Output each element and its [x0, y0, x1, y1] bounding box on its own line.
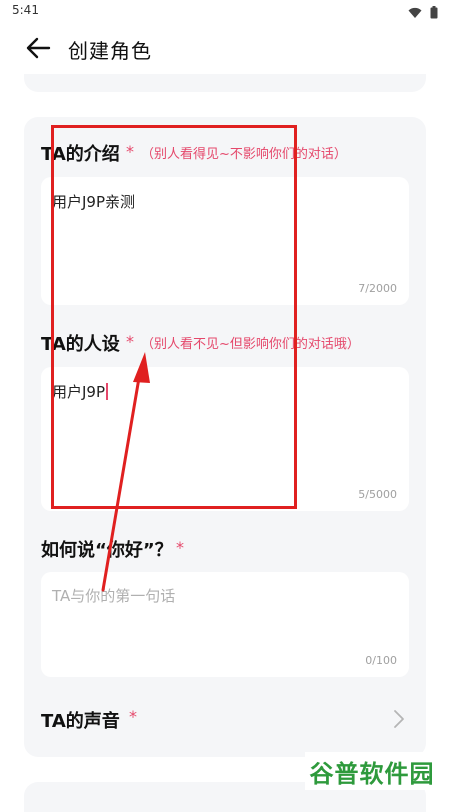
status-bar: 5:41 — [0, 0, 450, 22]
battery-icon — [430, 4, 438, 23]
watermark: 谷普软件园 — [305, 752, 439, 790]
greeting-required-mark: * — [176, 538, 184, 557]
chevron-right-icon — [393, 709, 405, 733]
voice-selector-row[interactable]: TA的声音 * — [41, 705, 409, 735]
greeting-placeholder: TA与你的第一句话 — [52, 587, 176, 605]
back-button[interactable] — [22, 34, 54, 66]
status-time: 5:41 — [12, 3, 39, 17]
page-title: 创建角色 — [68, 39, 152, 63]
greeting-label: 如何说“你好”？ — [41, 540, 173, 561]
voice-label: TA的声音 — [41, 711, 120, 732]
greeting-counter: 0/100 — [365, 654, 397, 667]
intro-counter: 7/2000 — [358, 282, 397, 295]
voice-required-mark: * — [129, 707, 137, 726]
annotation-highlight-box — [51, 125, 297, 509]
wifi-icon — [408, 4, 422, 23]
previous-card-edge — [24, 74, 426, 92]
persona-counter: 5/5000 — [358, 488, 397, 501]
app-bar: 创建角色 — [0, 22, 450, 78]
back-arrow-icon — [25, 37, 51, 63]
status-icons — [408, 4, 438, 23]
greeting-textarea[interactable]: TA与你的第一句话 0/100 — [41, 572, 409, 677]
